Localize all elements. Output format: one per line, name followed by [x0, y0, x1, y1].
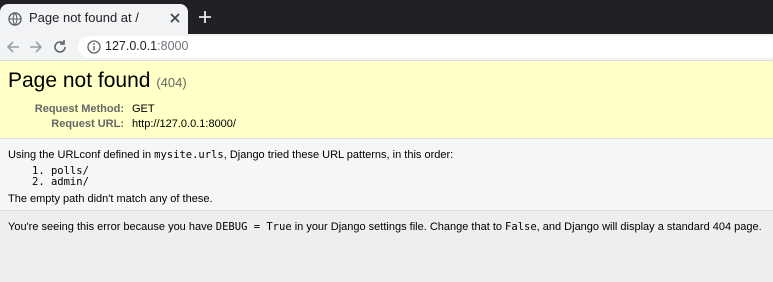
url-pattern-item: 2. admin/: [32, 176, 89, 188]
reload-icon[interactable]: [52, 39, 68, 55]
status-code: (404): [156, 75, 187, 90]
request-url-value: http://127.0.0.1:8000/: [132, 118, 236, 130]
explanation-part2: in your Django settings file. Change tha…: [291, 221, 506, 233]
url-pattern-item: 1. polls/: [32, 165, 89, 177]
urlconf-prefix: Using the URLconf defined in: [8, 149, 155, 161]
address-bar[interactable]: 127.0.0.1:8000: [78, 36, 773, 58]
tab-active[interactable]: Page not found at /: [0, 4, 188, 34]
urlconf-name: mysite.urls: [154, 149, 224, 161]
tab-strip: Page not found at /: [0, 0, 773, 34]
page-title-text: Page not found: [8, 69, 151, 92]
debug-explanation: You're seeing this error because you hav…: [0, 211, 773, 282]
request-meta: Request Method: GET Request URL: http://…: [8, 102, 765, 132]
url-host: 127.0.0.1: [105, 39, 158, 53]
debug-code: DEBUG = True: [215, 221, 292, 233]
info-icon[interactable]: [87, 40, 101, 54]
urlconf-text: Using the URLconf defined in mysite.urls…: [8, 148, 765, 162]
page-content: Page not found (404) Request Method: GET…: [0, 61, 773, 282]
url-text[interactable]: 127.0.0.1:8000: [105, 39, 188, 53]
request-method-label: Request Method:: [34, 103, 124, 115]
close-icon[interactable]: [168, 11, 182, 25]
request-method-row: Request Method: GET: [8, 102, 765, 117]
arrow-left-icon[interactable]: [5, 39, 21, 55]
request-method-value: GET: [132, 103, 155, 115]
globe-icon: [8, 12, 22, 26]
explanation-part3: , and Django will display a standard 404…: [536, 221, 762, 233]
explanation-part1: You're seeing this error because you hav…: [8, 221, 216, 233]
browser-toolbar: 127.0.0.1:8000: [0, 34, 773, 61]
page-title: Page not found (404): [8, 69, 765, 95]
arrow-right-icon[interactable]: [28, 39, 44, 55]
request-url-label: Request URL:: [51, 118, 124, 130]
no-match-text: The empty path didn't match any of these…: [8, 193, 213, 205]
explanation-text: You're seeing this error because you hav…: [8, 220, 765, 234]
error-summary: Page not found (404) Request Method: GET…: [0, 61, 773, 139]
tab-title: Page not found at /: [29, 10, 139, 25]
false-code: False: [505, 221, 537, 233]
request-url-row: Request URL: http://127.0.0.1:8000/: [8, 117, 765, 132]
urlconf-suffix: , Django tried these URL patterns, in th…: [223, 149, 454, 161]
url-patterns-list: 1. polls/ 2. admin/: [8, 166, 765, 188]
plus-icon[interactable]: [198, 10, 212, 24]
urlconf-info: Using the URLconf defined in mysite.urls…: [0, 139, 773, 211]
url-port: :8000: [157, 39, 189, 53]
